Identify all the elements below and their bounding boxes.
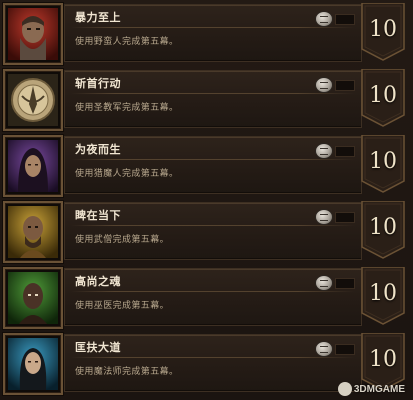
witch-doctor-portrait-icon	[8, 272, 58, 324]
achievement-points: 10	[369, 83, 397, 108]
banner-reward-icon[interactable]	[315, 77, 333, 93]
reward-slot	[335, 344, 355, 355]
reward-slot	[335, 80, 355, 91]
portrait-frame	[3, 3, 63, 65]
achievement-description: 使用武僧完成第五幕。	[75, 235, 170, 245]
achievement-bar: 睥在当下 使用武僧完成第五幕。	[64, 202, 362, 260]
achievement-title: 睥在当下	[75, 209, 121, 222]
portrait-frame	[3, 267, 63, 329]
achievement-title: 为夜而生	[75, 143, 121, 156]
points-shield: 10	[360, 3, 406, 61]
achievement-row[interactable]: 暴力至上 使用野蛮人完成第五幕。 10	[0, 0, 413, 65]
achievement-description: 使用魔法师完成第五幕。	[75, 367, 179, 377]
watermark-text: 3DMGAME	[353, 383, 405, 395]
achievement-points: 10	[369, 215, 397, 240]
crusader-emblem-icon	[8, 74, 58, 126]
achievement-description: 使用猎魔人完成第五幕。	[75, 169, 179, 179]
banner-reward-icon[interactable]	[315, 209, 333, 225]
achievement-row[interactable]: 睥在当下 使用武僧完成第五幕。 10	[0, 198, 413, 263]
achievement-bar: 斩首行动 使用圣教军完成第五幕。	[64, 70, 362, 128]
portrait-frame	[3, 333, 63, 395]
achievement-title: 斩首行动	[75, 77, 121, 90]
achievement-bar: 暴力至上 使用野蛮人完成第五幕。	[64, 4, 362, 62]
points-shield: 10	[360, 201, 406, 259]
monk-portrait-icon	[8, 206, 58, 258]
banner-reward-icon[interactable]	[315, 275, 333, 291]
achievement-row[interactable]: 斩首行动 使用圣教军完成第五幕。 10	[0, 66, 413, 131]
achievement-points: 10	[369, 347, 397, 372]
barbarian-portrait-icon	[8, 8, 58, 60]
achievement-points: 10	[369, 17, 397, 42]
reward-slot	[335, 146, 355, 157]
achievement-list: 暴力至上 使用野蛮人完成第五幕。 10 斩首行动 使用圣教军完成第五幕。 10 …	[0, 0, 413, 400]
reward-slot	[335, 14, 355, 25]
3dm-logo-icon	[337, 382, 352, 396]
banner-reward-icon[interactable]	[315, 341, 333, 357]
points-shield: 10	[360, 69, 406, 127]
achievement-title: 暴力至上	[75, 11, 121, 24]
achievement-description: 使用圣教军完成第五幕。	[75, 103, 179, 113]
achievement-title: 匡扶大道	[75, 341, 121, 354]
achievement-points: 10	[369, 281, 397, 306]
achievement-bar: 为夜而生 使用猎魔人完成第五幕。	[64, 136, 362, 194]
achievement-bar: 高尚之魂 使用巫医完成第五幕。	[64, 268, 362, 326]
achievement-points: 10	[369, 149, 397, 174]
portrait-frame	[3, 69, 63, 131]
achievement-row[interactable]: 高尚之魂 使用巫医完成第五幕。 10	[0, 264, 413, 329]
reward-slot	[335, 278, 355, 289]
points-shield: 10	[360, 267, 406, 325]
demon-hunter-portrait-icon	[8, 140, 58, 192]
achievement-description: 使用野蛮人完成第五幕。	[75, 37, 179, 47]
achievement-bar: 匡扶大道 使用魔法师完成第五幕。	[64, 334, 362, 392]
achievement-description: 使用巫医完成第五幕。	[75, 301, 170, 311]
portrait-frame	[3, 201, 63, 263]
watermark: 3DMGAME	[337, 382, 405, 396]
achievement-row[interactable]: 为夜而生 使用猎魔人完成第五幕。 10	[0, 132, 413, 197]
banner-reward-icon[interactable]	[315, 143, 333, 159]
achievement-title: 高尚之魂	[75, 275, 121, 288]
portrait-frame	[3, 135, 63, 197]
points-shield: 10	[360, 135, 406, 193]
reward-slot	[335, 212, 355, 223]
wizard-portrait-icon	[8, 338, 58, 390]
banner-reward-icon[interactable]	[315, 11, 333, 27]
